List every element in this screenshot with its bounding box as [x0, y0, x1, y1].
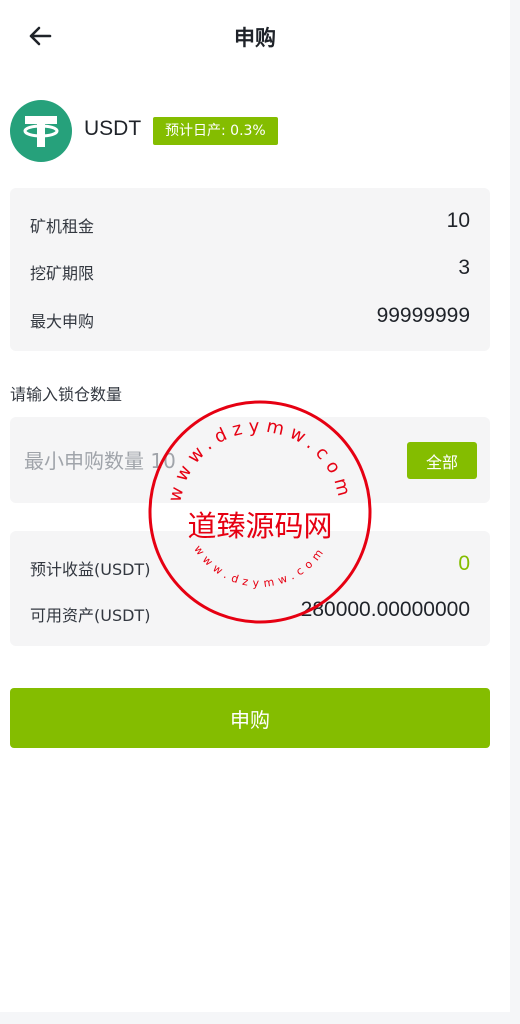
available-assets-row: 可用资产(USDT) 280000.00000000 [30, 598, 470, 628]
rent-row: 矿机租金 10 [30, 209, 470, 239]
expected-income-label: 预计收益(USDT) [30, 560, 151, 579]
page-title: 申购 [234, 26, 276, 50]
coin-header: USDT 预计日产: 0.3% [10, 100, 490, 162]
income-card: 预计收益(USDT) 0 可用资产(USDT) 280000.00000000 [10, 531, 490, 646]
daily-yield-badge: 预计日产: 0.3% [153, 117, 278, 145]
max-purchase-row: 最大申购 99999999 [30, 304, 470, 334]
max-purchase-value: 99999999 [376, 304, 470, 327]
lock-amount-input[interactable] [24, 441, 394, 481]
header: 申购 [0, 0, 510, 76]
available-assets-value: 280000.00000000 [300, 598, 470, 621]
all-button[interactable]: 全部 [407, 442, 477, 479]
expected-income-value: 0 [458, 552, 470, 575]
mining-period-label: 挖矿期限 [30, 264, 95, 283]
available-assets-label: 可用资产(USDT) [30, 606, 151, 625]
lock-amount-label: 请输入锁仓数量 [10, 385, 123, 404]
coin-name: USDT [84, 117, 142, 140]
submit-purchase-button[interactable]: 申购 [10, 688, 490, 748]
rent-value: 10 [446, 209, 470, 232]
lock-amount-card: 全部 [10, 417, 490, 503]
mining-period-value: 3 [458, 256, 470, 279]
page: 申购 USDT 预计日产: 0.3% 矿机租金 10 挖矿期限 3 最大申购 9… [0, 0, 510, 1012]
rent-label: 矿机租金 [30, 217, 95, 236]
rent-info-card: 矿机租金 10 挖矿期限 3 最大申购 99999999 [10, 188, 490, 351]
mining-period-row: 挖矿期限 3 [30, 256, 470, 286]
tether-icon [10, 100, 72, 162]
max-purchase-label: 最大申购 [30, 312, 95, 331]
expected-income-row: 预计收益(USDT) 0 [30, 552, 470, 582]
